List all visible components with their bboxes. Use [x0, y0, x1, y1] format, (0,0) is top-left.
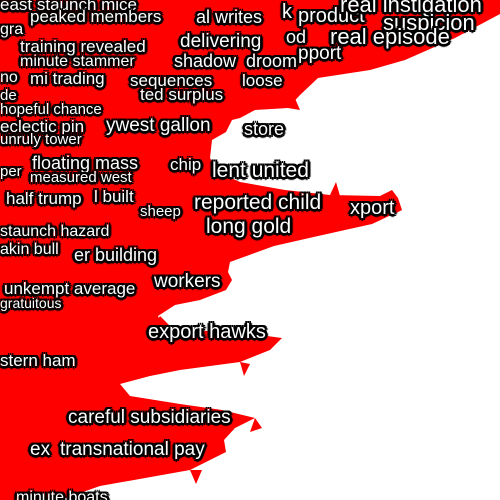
- word-label: staunch hazard: [0, 223, 110, 240]
- word-label: ex: [30, 439, 51, 460]
- word-label: per: [0, 163, 22, 180]
- word-label: unruly tower: [0, 131, 82, 148]
- word-label: measured west: [30, 169, 132, 186]
- word-label: store: [244, 119, 285, 139]
- word-label: long gold: [206, 215, 292, 238]
- word-label: transnational pay: [60, 439, 205, 460]
- word-label: minute stammer: [20, 53, 135, 70]
- word-label: ywest gallon: [106, 115, 211, 136]
- word-label: shadow: [174, 51, 237, 71]
- word-label: lent united: [212, 159, 309, 182]
- word-label: peaked members: [30, 7, 162, 26]
- word-label: droom: [246, 51, 298, 71]
- word-label: xport: [350, 197, 395, 219]
- word-label: stern ham: [0, 351, 76, 370]
- word-label: workers: [154, 271, 221, 292]
- word-label: mi trading: [30, 69, 105, 88]
- word-label: careful subsidiaries: [68, 407, 231, 428]
- word-label: delivering: [180, 31, 262, 52]
- word-label: pport: [298, 43, 342, 64]
- word-label: export hawks: [148, 321, 266, 343]
- word-label: chip: [170, 155, 202, 174]
- word-label: gra: [0, 21, 24, 38]
- word-label: akin bull: [0, 241, 59, 258]
- word-label: ted surplus: [140, 85, 224, 104]
- word-label: sheep: [140, 203, 181, 220]
- word-label: loose: [242, 71, 283, 90]
- word-label: reported child: [194, 191, 322, 214]
- word-cloud-canvas: east staunch mice peaked members al writes…: [0, 0, 500, 500]
- word-label: al writes: [196, 7, 263, 27]
- word-label: l built: [94, 187, 134, 206]
- word-label: half trump: [6, 189, 82, 208]
- word-label: no: [0, 69, 18, 86]
- word-label: k: [282, 1, 292, 23]
- word-label: real episode: [330, 24, 450, 49]
- word-label: minute boats: [16, 489, 108, 500]
- word-label: hopeful chance: [0, 101, 102, 118]
- word-label: er building: [74, 245, 158, 265]
- word-label: gratuitous: [0, 295, 62, 311]
